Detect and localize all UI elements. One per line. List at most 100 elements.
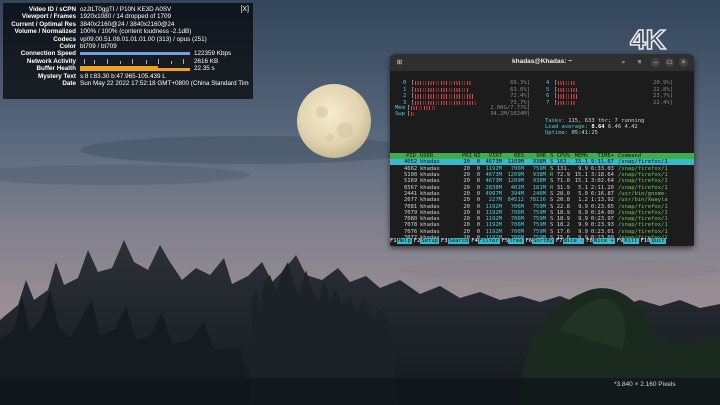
cell-mem: 5.1 [578,184,588,191]
column-header-ni[interactable]: NI [474,153,481,159]
cell-ni: 0 [476,190,480,197]
table-row[interactable]: 7078 khadas 20 0 1192M 706M 759M S 18.2 9.9 0:23.9… [390,222,694,228]
cell-res: 84512 [507,197,524,204]
table-row[interactable]: 5100 khadas 20 0 4673M 1209M 938M R 72.9 15.1 3:18… [390,172,694,178]
close-icon[interactable]: × [679,58,688,67]
table-row[interactable]: 7076 khadas 20 0 1192M 706M 759M S 17.6 9.9 0:23.0… [390,229,694,235]
table-row[interactable]: 7081 khadas 20 0 1192M 706M 759M S 22.8 9.9 0:23.6… [390,204,694,210]
fkey-key: F10 [640,238,651,244]
cpu-meter-6-value: 23.7%] [653,93,673,100]
cell-s: S [550,165,554,172]
cell-shr: 78116 [529,197,546,204]
column-header-user[interactable]: USER [420,153,433,159]
cpu-meter-5-label: 5 [546,86,550,93]
table-row[interactable]: 2441 khadas 20 0 4997M 394M 246M S 28.0 5.0 6:16.8… [390,191,694,197]
fkey-kill[interactable]: F9Kill [617,238,639,245]
fkey-nice[interactable]: F7Nice - [556,238,585,245]
stats-row-color: Color bt709 / bt709 [59,42,117,50]
cell-pri: 20 [463,216,470,223]
cpu-meter-2-fill [415,94,475,99]
column-header-s[interactable]: S [550,153,553,159]
cell-pid: 4662 [404,165,418,172]
fkey-label: Quit [650,238,666,244]
cell-pid: 7076 [404,228,418,235]
fkey-tree[interactable]: F5Tree [502,238,524,245]
cell-cmd: /snap/firefox/1 [618,228,668,235]
cell-res: 1209M [507,172,524,178]
connection-speed-graph [80,51,190,57]
4k-logo: 4K [629,24,666,54]
fkey-key: F4 [471,238,478,244]
table-row[interactable]: 4052 khadas 20 0 4673M 1109M 938M S 162. 15.1 9:31… [390,159,694,166]
column-header-virt[interactable]: VIRT [482,153,502,159]
table-row[interactable]: 6567 khadas 20 0 2838M 401M 181M R 31.9 5.1 2:11.2… [390,185,694,191]
stats-row-network-activity: Network Activity 2616 KB [26,57,219,65]
column-header-mem[interactable]: MEM% [574,153,588,159]
cell-pid: 5169 [404,178,418,185]
cell-cpu: 18.9 [556,216,570,223]
fkey-label: Nice + [592,238,615,244]
cell-user: khadas [420,178,440,185]
cell-ni: 0 [476,209,480,216]
fkey-search[interactable]: F3Search [441,238,470,245]
cell-shr: 759M [532,165,546,172]
fkey-setup[interactable]: F2Setup [414,238,439,245]
fkey-label: Nice - [562,238,585,244]
cell-pri: 20 [463,159,470,166]
cell-virt: 1192M [485,216,502,223]
cell-pid: 7079 [404,209,418,216]
cell-shr: 938M [532,178,546,185]
cell-cmd: /usr/bin/Xwayla [618,197,668,204]
cell-time: 0:23.93 [590,222,614,229]
cpu-meter-0-label: 0 [403,80,407,86]
cell-shr: 181M [532,184,546,191]
fkey-sortby[interactable]: F6SortBy [526,238,554,245]
stats-row-viewport: Viewport / Frames 1920x1080 / 14 dropped … [21,13,172,21]
table-row[interactable]: 7080 khadas 20 0 1192M 706M 759M S 18.9 9.9 0:23.9… [390,216,694,222]
cpu-meter-1-value: 63.6%] [510,86,530,93]
fkey-filter[interactable]: F4Filter [471,238,500,245]
fkey-help[interactable]: F1Help [390,238,412,245]
cell-s: S [550,190,554,197]
htop-view[interactable]: 0[69.3%] 1[63.6%] 2[72.4%] 3[73.7%] 4[20.9%]… [390,71,694,246]
stats-close-button[interactable]: [X] [240,6,249,13]
cell-pri: 20 [463,209,470,216]
4k-logo-text: 4K [630,24,666,54]
column-header-pid[interactable]: PID [404,153,416,159]
minimize-icon[interactable]: – [651,58,660,67]
cell-mem: 15.1 [574,172,588,178]
stats-row-volume: Volume / Normalized 100% / 100% (content … [14,28,192,36]
fkey-nice[interactable]: F8Nice + [586,238,615,245]
maximize-icon[interactable]: □ [665,58,674,67]
column-header-pri[interactable]: PRI [462,153,472,159]
column-header-cpu[interactable]: CPU% [556,153,570,159]
menu-icon[interactable]: ≡ [635,58,644,67]
terminal-window[interactable]: ⊞ khadas@Khadas: ~ ⌕ ≡ – □ × 0 [69.3%] 1 [6… [390,54,694,246]
cell-time: 6:16.87 [590,190,614,197]
cpu-meter-7-label: 7 [546,99,550,106]
cell-shr: 759M [532,209,546,216]
column-header-shr[interactable]: SHR [526,153,546,159]
terminal-titlebar[interactable]: ⊞ khadas@Khadas: ~ ⌕ ≡ – □ × [390,54,694,71]
table-row[interactable]: 4662 khadas 20 0 1192M 706M 759M S 131. 9.9 6:33.0… [390,166,694,172]
cell-cmd: /snap/firefox/1 [618,159,668,166]
column-header-command[interactable]: Command [618,153,641,159]
cell-mem: 9.9 [578,203,588,210]
cell-cmd: /snap/firefox/1 [618,172,668,178]
search-icon[interactable]: ⌕ [619,58,628,67]
cell-pid: 2441 [404,190,418,197]
function-key-bar[interactable]: F1Help F2Setup F3Search F4Filter F5Tree F6Sor… [390,238,694,245]
table-row[interactable]: 2677 khadas 20 0 227M 84512 78116 S 20.8 1.2 1:13.… [390,197,694,203]
stats-row-connection-speed: Connection Speed 122359 Kbps [20,50,232,58]
cell-cmd: /snap/firefox/1 [618,216,668,223]
column-header-res[interactable]: RES [504,153,524,159]
stats-row-video-id: Video ID / sCPN ozJtLT0ggTI / P10N KE3D A… [28,6,172,13]
cell-res: 706M [510,203,524,210]
cell-ni: 0 [476,216,480,223]
column-header-time[interactable]: TIME+ [590,153,614,159]
table-row[interactable]: 7079 khadas 20 0 1192M 706M 759M S 18.9 9.9 0:24.0… [390,210,694,216]
cpu-meter-5-fill [558,87,578,92]
cell-cmd: /snap/firefox/1 [618,184,668,191]
table-row[interactable]: 5169 khadas 20 0 4673M 1209M 938M S 71.0 15.1 3:02… [390,178,694,184]
fkey-quit[interactable]: F10Quit [641,238,666,245]
